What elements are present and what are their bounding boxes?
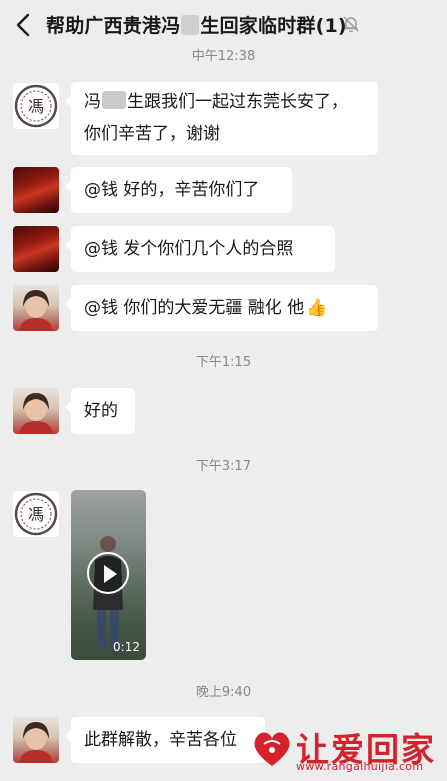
time-divider: 下午1:15 (195, 355, 252, 370)
seal-logo-icon: 馮 (14, 492, 58, 536)
svg-text:馮: 馮 (28, 505, 44, 524)
redacted-name-block (102, 91, 126, 109)
message-line-2: 你们辛苦了，谢谢 (84, 124, 220, 144)
chat-header: 帮助广西贵港冯 生回家临时群(1) (0, 0, 447, 50)
thumbs-up-icon: 👍 (306, 298, 328, 318)
time-divider: 晚上9:40 (195, 685, 252, 700)
chat-title-part2: 生回家临时群(1) (200, 15, 347, 37)
avatar[interactable] (13, 226, 59, 272)
avatar-face-icon (19, 393, 53, 434)
message-text: 冯 (84, 92, 101, 112)
seal-logo-icon: 馮 (14, 84, 58, 128)
avatar[interactable]: 馮 (13, 491, 59, 537)
video-duration: 0:12 (113, 640, 140, 654)
time-divider-noon: 中午12:38 (191, 49, 256, 64)
back-chevron-icon[interactable] (12, 12, 36, 38)
message-bubble-7[interactable]: 此群解散，辛苦各位 (65, 717, 265, 763)
time-divider: 下午3:17 (195, 459, 252, 474)
avatar[interactable] (13, 388, 59, 434)
message-bubble-1[interactable]: 冯 生跟我们一起过东莞长安了， 你们辛苦了，谢谢 (65, 82, 378, 155)
chat-title-part1: 帮助广西贵港冯 (46, 15, 181, 37)
message-line-1: 冯 生跟我们一起过东莞长安了， (84, 86, 365, 118)
message-bubble-3[interactable]: @钱 发个你们几个人的合照 (65, 226, 335, 272)
message-text: @钱 你们的大爱无疆 融化 他 (84, 298, 305, 318)
message-bubble-5[interactable]: 好的 (65, 388, 135, 434)
play-icon[interactable] (87, 552, 129, 594)
message-bubble-4[interactable]: @钱 你们的大爱无疆 融化 他 👍 (65, 285, 378, 331)
avatar[interactable] (13, 717, 59, 763)
video-message[interactable]: 0:12 (71, 490, 146, 660)
svg-text:馮: 馮 (28, 97, 44, 116)
avatar-face-icon (19, 722, 53, 763)
message-text: 生跟我们一起过东莞长安了， (127, 92, 348, 112)
avatar-face-icon (19, 290, 53, 331)
message-bubble-2[interactable]: @钱 好的，辛苦你们了 (65, 167, 292, 213)
avatar[interactable] (13, 167, 59, 213)
muted-bell-icon (343, 16, 359, 33)
redacted-name-block (181, 15, 200, 35)
avatar[interactable] (13, 285, 59, 331)
avatar[interactable]: 馮 (13, 83, 59, 129)
chat-title: 帮助广西贵港冯 生回家临时群(1) (46, 11, 347, 38)
watermark-url: www.rangaihuijia.com (296, 760, 424, 773)
